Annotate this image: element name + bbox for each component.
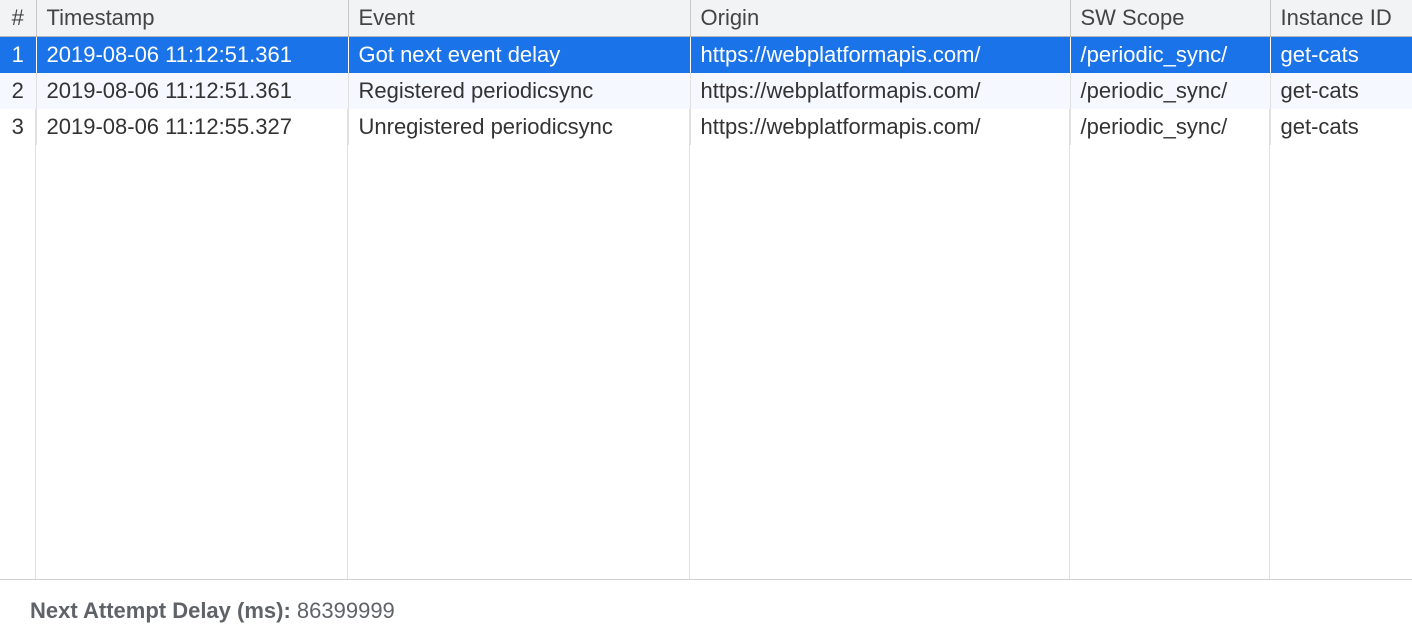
row-number-cell: 2 [0, 73, 36, 109]
footer-info: Next Attempt Delay (ms): 86399999 [0, 580, 1412, 642]
instance-id-cell: get-cats [1270, 109, 1412, 145]
column-header-origin[interactable]: Origin [690, 0, 1070, 37]
sw-scope-cell: /periodic_sync/ [1070, 37, 1270, 74]
sw-scope-cell: /periodic_sync/ [1070, 73, 1270, 109]
column-header-timestamp[interactable]: Timestamp [36, 0, 348, 37]
column-header-sw-scope[interactable]: SW Scope [1070, 0, 1270, 37]
column-header-number[interactable]: # [0, 0, 36, 37]
timestamp-cell: 2019-08-06 11:12:51.361 [36, 73, 348, 109]
sw-scope-cell: /periodic_sync/ [1070, 109, 1270, 145]
origin-cell: https://webplatformapis.com/ [690, 109, 1070, 145]
table-row[interactable]: 12019-08-06 11:12:51.361Got next event d… [0, 37, 1412, 74]
next-attempt-delay-label: Next Attempt Delay (ms): [30, 598, 297, 623]
origin-cell: https://webplatformapis.com/ [690, 73, 1070, 109]
instance-id-cell: get-cats [1270, 73, 1412, 109]
event-cell: Got next event delay [348, 37, 690, 74]
event-cell: Registered periodicsync [348, 73, 690, 109]
table-header-row: # Timestamp Event Origin SW Scope Instan… [0, 0, 1412, 37]
timestamp-cell: 2019-08-06 11:12:51.361 [36, 37, 348, 74]
event-cell: Unregistered periodicsync [348, 109, 690, 145]
event-log-table-container: # Timestamp Event Origin SW Scope Instan… [0, 0, 1412, 580]
event-log-table[interactable]: # Timestamp Event Origin SW Scope Instan… [0, 0, 1412, 145]
table-row[interactable]: 22019-08-06 11:12:51.361Registered perio… [0, 73, 1412, 109]
origin-cell: https://webplatformapis.com/ [690, 37, 1070, 74]
table-row[interactable]: 32019-08-06 11:12:55.327Unregistered per… [0, 109, 1412, 145]
row-number-cell: 1 [0, 37, 36, 74]
timestamp-cell: 2019-08-06 11:12:55.327 [36, 109, 348, 145]
column-header-event[interactable]: Event [348, 0, 690, 37]
row-number-cell: 3 [0, 109, 36, 145]
column-header-instance-id[interactable]: Instance ID [1270, 0, 1412, 37]
instance-id-cell: get-cats [1270, 37, 1412, 74]
next-attempt-delay-value: 86399999 [297, 598, 395, 623]
